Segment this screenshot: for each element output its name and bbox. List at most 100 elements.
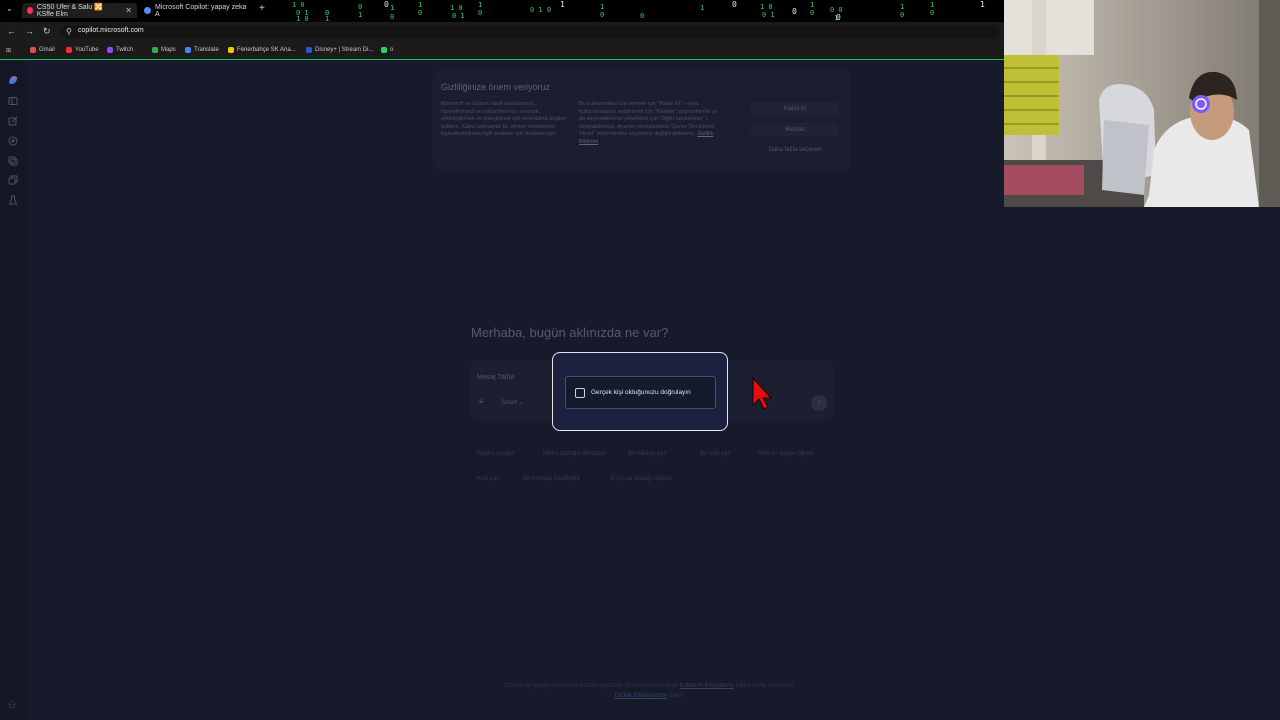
svg-text:0: 0: [930, 9, 934, 17]
new-tab-button[interactable]: +: [259, 3, 265, 14]
copilot-sidebar: [0, 61, 26, 720]
svg-text:1: 1: [834, 14, 838, 22]
bookmark-translate[interactable]: Translate: [185, 47, 219, 53]
suggestion-chip[interactable]: Resim oluştur: [477, 450, 515, 457]
library-icon[interactable]: [8, 156, 18, 166]
verification-widget: Gerçek kişi olduğunuzu doğrulayın: [565, 376, 716, 409]
more-options-button[interactable]: Daha fazla seçenek: [751, 147, 839, 153]
copilot-logo-icon[interactable]: [8, 75, 18, 85]
labs-icon[interactable]: [8, 195, 18, 205]
bookmark-gmail[interactable]: Gmail: [30, 47, 55, 53]
suggestion-chip[interactable]: Bir konuyu basitleştir: [523, 475, 580, 482]
svg-text:1: 1: [478, 1, 482, 9]
svg-text:1: 1: [358, 11, 362, 19]
svg-text:1: 1: [325, 15, 329, 22]
svg-text:1: 1: [900, 3, 904, 11]
panel-icon[interactable]: [8, 96, 18, 106]
translate-icon: [185, 47, 191, 53]
add-attachment-icon[interactable]: +: [478, 396, 484, 408]
svg-text:0: 0: [732, 0, 737, 9]
svg-text:0: 0: [325, 9, 329, 17]
svg-text:1: 1: [810, 1, 814, 9]
tab-favicon-icon: [27, 7, 33, 14]
svg-text:0 1: 0 1: [296, 9, 309, 17]
youtube-icon: [66, 47, 72, 53]
reject-button[interactable]: Reddet: [751, 123, 839, 137]
svg-text:0: 0: [900, 11, 904, 19]
screen: 1 00 11 0 01 01 10 10 1 00 1 10 0 1 0 10…: [0, 0, 1280, 720]
svg-text:0: 0: [836, 13, 841, 22]
svg-text:0: 0: [810, 9, 814, 17]
svg-text:0 1: 0 1: [452, 12, 465, 20]
webcam-overlay: [1004, 0, 1280, 207]
svg-text:1: 1: [418, 1, 422, 9]
tab-menu-icon[interactable]: ⌄: [6, 4, 13, 13]
svg-text:0 1: 0 1: [762, 11, 775, 19]
twitch-icon: [107, 47, 113, 53]
svg-text:0: 0: [640, 12, 644, 20]
svg-text:1: 1: [390, 4, 394, 12]
suggestion-chip[interactable]: Metni taslağa dönüştür: [543, 450, 606, 457]
privacy-description: Microsoft ve üçüncü taraf satıcılarımız,…: [441, 101, 567, 138]
human-verification-modal: Gerçek kişi olduğunuzu doğrulayın: [552, 352, 728, 431]
svg-text:1: 1: [700, 4, 704, 12]
privacy-consent-banner: Gizliliğinize önem veriyoruz Microsoft v…: [433, 70, 850, 170]
maps-icon: [152, 47, 158, 53]
mouse-cursor-icon: [752, 377, 773, 410]
forward-arrow-icon[interactable]: →: [25, 26, 34, 36]
privacy-statement-link[interactable]: Gizlilik Bildirimimize: [615, 693, 668, 699]
apps-grid-icon[interactable]: ⊞: [6, 47, 11, 54]
message-input-placeholder[interactable]: Mesaj Talha: [477, 374, 514, 381]
send-button[interactable]: ↑: [811, 395, 827, 411]
svg-text:1 0: 1 0: [296, 15, 309, 22]
accept-button[interactable]: Kabul et: [751, 102, 839, 116]
collection-icon[interactable]: [8, 175, 18, 185]
suggestion-chip[interactable]: Bir hikaye yaz: [628, 450, 667, 457]
greeting-heading: Merhaba, bugün aklınızda ne var?: [471, 325, 669, 340]
mode-selector[interactable]: Smart ⌄: [501, 399, 524, 406]
privacy-title: Gizliliğinize önem veriyoruz: [441, 82, 551, 92]
user-icon[interactable]: ⚇: [8, 700, 16, 711]
bookmark-maps[interactable]: Maps: [152, 47, 176, 53]
webcam-image: [1004, 0, 1280, 207]
gmail-icon: [30, 47, 36, 53]
bookmark-twitch[interactable]: Twitch: [107, 47, 133, 53]
browser-toolbar: ← → ↻ ⚲ copilot.microsoft.com: [0, 22, 1004, 42]
disney-icon: [306, 47, 312, 53]
bookmark-disney[interactable]: Disney+ | Stream Di...: [306, 47, 373, 53]
bookmarks-bar: ⊞ Gmail YouTube Twitch Maps Translate Fe…: [0, 42, 1004, 60]
svg-text:1: 1: [930, 1, 934, 9]
suggestion-chip[interactable]: Bir kod yaz: [700, 450, 731, 457]
bookmark-youtube[interactable]: YouTube: [66, 47, 99, 53]
close-icon[interactable]: ✕: [125, 6, 132, 15]
svg-text:0: 0: [358, 3, 362, 11]
fenerbahce-icon: [228, 47, 234, 53]
svg-text:1: 1: [980, 0, 985, 9]
discover-icon[interactable]: [8, 136, 18, 146]
whatsapp-icon: [381, 47, 387, 53]
chevron-down-icon: ⌄: [518, 400, 524, 406]
compose-icon[interactable]: [8, 116, 18, 126]
svg-text:0: 0: [792, 7, 797, 16]
bookmark-whatsapp[interactable]: o: [381, 47, 393, 53]
site-info-icon[interactable]: ⚲: [66, 27, 72, 36]
address-bar[interactable]: ⚲ copilot.microsoft.com: [60, 25, 1000, 39]
suggestion-chip[interactable]: Yeni bir şeyler öğren: [757, 450, 813, 457]
suggestion-chip[interactable]: E-posta taslağı oluştur: [611, 475, 673, 482]
tab-cs50[interactable]: CS50 Ufer & Salu 🔀 KSffe Elm ✕: [22, 3, 137, 18]
reload-icon[interactable]: ↻: [43, 26, 51, 37]
verify-checkbox[interactable]: [575, 388, 585, 398]
terms-of-use-link[interactable]: Kullanım Koşulları'nı: [680, 683, 735, 689]
suggestion-chip[interactable]: Kod yaz: [477, 475, 499, 482]
svg-text:1 0: 1 0: [292, 1, 305, 9]
footer-disclaimer: Copilot bir yapay zekadır ve hatalar yap…: [504, 683, 796, 699]
tab-copilot[interactable]: Microsoft Copilot: yapay zeka A: [139, 3, 257, 18]
svg-text:0: 0: [418, 9, 422, 17]
back-arrow-icon[interactable]: ←: [7, 26, 16, 36]
privacy-instructions: Bu kullanımlara izin vermek için "Kabul …: [579, 101, 718, 145]
tab-label: CS50 Ufer & Salu 🔀 KSffe Elm: [36, 4, 103, 18]
copilot-favicon-icon: [144, 7, 151, 14]
bookmark-fenerbahce[interactable]: Fenerbahçe SK Ana...: [228, 47, 296, 53]
svg-text:0 1 0: 0 1 0: [530, 6, 551, 14]
verify-label: Gerçek kişi olduğunuzu doğrulayın: [591, 389, 691, 396]
